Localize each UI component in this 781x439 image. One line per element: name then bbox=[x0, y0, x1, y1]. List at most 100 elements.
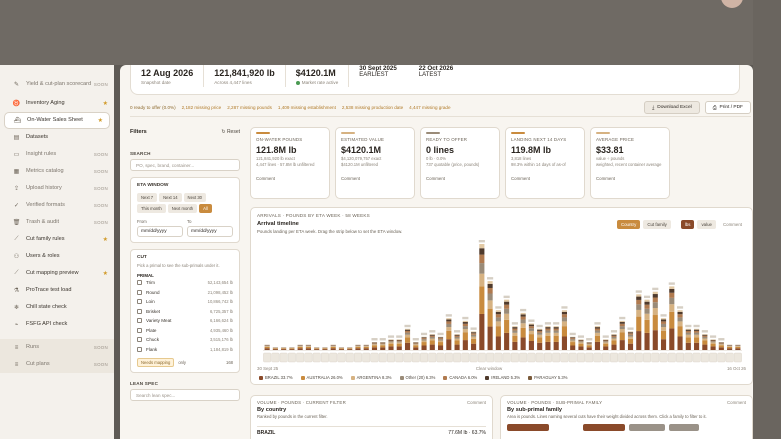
chart-bar-segment[interactable] bbox=[520, 319, 526, 324]
chart-bar-segment[interactable] bbox=[429, 336, 435, 339]
brush-cell[interactable] bbox=[535, 352, 544, 363]
cut-checkbox[interactable] bbox=[137, 280, 142, 286]
chart-bar-segment[interactable] bbox=[438, 339, 444, 341]
brush-cell[interactable] bbox=[593, 352, 602, 363]
cut-row[interactable]: Round 21,098,452 lb bbox=[137, 288, 233, 298]
kpi-comment-button[interactable]: Comment bbox=[511, 176, 530, 181]
chart-bar-segment[interactable] bbox=[396, 340, 402, 342]
chart-bar-segment[interactable] bbox=[446, 327, 452, 331]
brush-cell[interactable] bbox=[304, 352, 313, 363]
cut-row[interactable]: Trim 52,143,654 lb bbox=[137, 278, 233, 288]
chart-bar-segment[interactable] bbox=[677, 310, 683, 312]
chart-bar-segment[interactable] bbox=[619, 332, 625, 341]
chart-bar-segment[interactable] bbox=[462, 329, 468, 333]
chart-bar-segment[interactable] bbox=[404, 337, 411, 343]
chart-bar-segment[interactable] bbox=[322, 349, 328, 350]
reset-button[interactable]: ↻ Reset bbox=[221, 129, 240, 135]
cut-row[interactable]: Chuck 3,515,176 lb bbox=[137, 335, 233, 345]
chart-bar-segment[interactable] bbox=[404, 332, 411, 335]
chart-bar-segment[interactable] bbox=[603, 341, 609, 343]
chart-bar-segment[interactable] bbox=[429, 334, 435, 336]
brush-cell[interactable] bbox=[329, 352, 338, 363]
chart-bar-segment[interactable] bbox=[479, 273, 485, 287]
chart-bar-segment[interactable] bbox=[388, 342, 394, 344]
brush-cell[interactable] bbox=[287, 352, 296, 363]
sidebar-item-trash-audit[interactable]: 🗑 Trash & audit SOON bbox=[0, 214, 114, 231]
chart-bar-segment[interactable] bbox=[685, 330, 691, 333]
chart-bar-segment[interactable] bbox=[305, 348, 311, 350]
chart-bar-segment[interactable] bbox=[611, 338, 617, 341]
chart-bar-segment[interactable] bbox=[685, 334, 691, 338]
chart-bar-segment[interactable] bbox=[520, 314, 526, 317]
brush-cell[interactable] bbox=[717, 352, 726, 363]
chart-bar-segment[interactable] bbox=[446, 323, 452, 328]
chart-bar-segment[interactable] bbox=[487, 281, 493, 284]
sidebar-item-inventory-aging[interactable]: ♉ Inventory Aging ★ bbox=[0, 95, 114, 112]
chart-bar-segment[interactable] bbox=[710, 341, 716, 343]
chart-bar-segment[interactable] bbox=[305, 346, 311, 349]
chart-bar-segment[interactable] bbox=[545, 328, 551, 331]
arrival-chart[interactable]: 30 Sept 25 Clear window 16 Oct 26 bbox=[251, 208, 753, 386]
chart-bar-segment[interactable] bbox=[454, 344, 460, 350]
chart-bar-segment[interactable] bbox=[396, 343, 402, 347]
subprimal-tile[interactable] bbox=[507, 423, 549, 431]
chart-bar-segment[interactable] bbox=[388, 339, 394, 341]
brush-cell[interactable] bbox=[461, 352, 470, 363]
chart-bar-segment[interactable] bbox=[479, 254, 485, 264]
chart-bar-segment[interactable] bbox=[297, 346, 303, 347]
chart-bar-segment[interactable] bbox=[619, 340, 625, 350]
cut-checkbox[interactable] bbox=[137, 289, 142, 295]
brush-cell[interactable] bbox=[610, 352, 618, 363]
sidebar-item-cut-plans[interactable]: ≡ Cut plans SOON bbox=[0, 356, 114, 373]
chart-bar-segment[interactable] bbox=[429, 340, 435, 345]
chart-bar-segment[interactable] bbox=[471, 338, 477, 344]
chart-bar-segment[interactable] bbox=[636, 304, 642, 310]
brush-cell[interactable] bbox=[676, 352, 684, 363]
chart-bar-segment[interactable] bbox=[627, 333, 634, 335]
brush-cell[interactable] bbox=[296, 352, 305, 363]
clear-window-button[interactable]: Clear window bbox=[476, 366, 503, 371]
chart-bar-segment[interactable] bbox=[669, 292, 675, 298]
chart-bar-segment[interactable] bbox=[537, 337, 543, 343]
chart-bar-segment[interactable] bbox=[297, 345, 303, 347]
chart-bar-segment[interactable] bbox=[636, 316, 642, 332]
chart-bar-segment[interactable] bbox=[479, 313, 485, 350]
chart-bar-segment[interactable] bbox=[305, 345, 311, 347]
brush-cell[interactable] bbox=[527, 352, 536, 363]
chart-bar-segment[interactable] bbox=[603, 339, 609, 341]
chart-bar-segment[interactable] bbox=[495, 336, 501, 351]
brush-cell[interactable] bbox=[552, 352, 561, 363]
chart-bar-segment[interactable] bbox=[487, 283, 493, 288]
brush-cell[interactable] bbox=[321, 352, 329, 363]
chart-bar-segment[interactable] bbox=[694, 337, 700, 343]
sidebar-item-upload-history[interactable]: ⇪ Upload history SOON bbox=[0, 180, 114, 197]
chart-bar-segment[interactable] bbox=[694, 342, 700, 350]
chart-bar-segment[interactable] bbox=[644, 301, 650, 305]
chart-bar-segment[interactable] bbox=[669, 297, 675, 305]
readiness-issue[interactable]: 4,447 missing grade bbox=[409, 105, 450, 110]
chart-bar-segment[interactable] bbox=[520, 312, 526, 315]
chart-bar-segment[interactable] bbox=[660, 318, 667, 320]
eta-chip[interactable]: Next 14 bbox=[159, 193, 182, 202]
sidebar-item-metrics-catalog[interactable]: ▦ Metrics catalog SOON bbox=[0, 163, 114, 180]
chart-bar-segment[interactable] bbox=[594, 335, 601, 342]
from-date-input[interactable]: mm/dd/yyyy bbox=[137, 226, 183, 237]
chart-bar-segment[interactable] bbox=[561, 326, 567, 337]
chart-bar-segment[interactable] bbox=[446, 318, 452, 320]
brush-cell[interactable] bbox=[444, 352, 453, 363]
chart-bar-segment[interactable] bbox=[586, 343, 592, 345]
chart-bar-segment[interactable] bbox=[388, 340, 394, 342]
chart-bar-segment[interactable] bbox=[586, 345, 592, 348]
chart-bar-segment[interactable] bbox=[627, 332, 634, 334]
chart-bar-segment[interactable] bbox=[504, 313, 510, 320]
chart-bar-segment[interactable] bbox=[487, 308, 493, 327]
chart-bar-segment[interactable] bbox=[487, 287, 493, 294]
cut-row[interactable]: Loin 10,866,742 lb bbox=[137, 297, 233, 307]
print-pdf-button[interactable]: ⎙ Print / PDF bbox=[704, 101, 751, 114]
chart-bar-segment[interactable] bbox=[537, 328, 543, 330]
cut-row[interactable]: Plate 4,935,460 lb bbox=[137, 326, 233, 336]
chart-bar-segment[interactable] bbox=[677, 326, 683, 337]
chart-bar-segment[interactable] bbox=[578, 339, 584, 341]
cut-checkbox[interactable] bbox=[137, 318, 142, 324]
brush-cell[interactable] bbox=[345, 352, 354, 363]
